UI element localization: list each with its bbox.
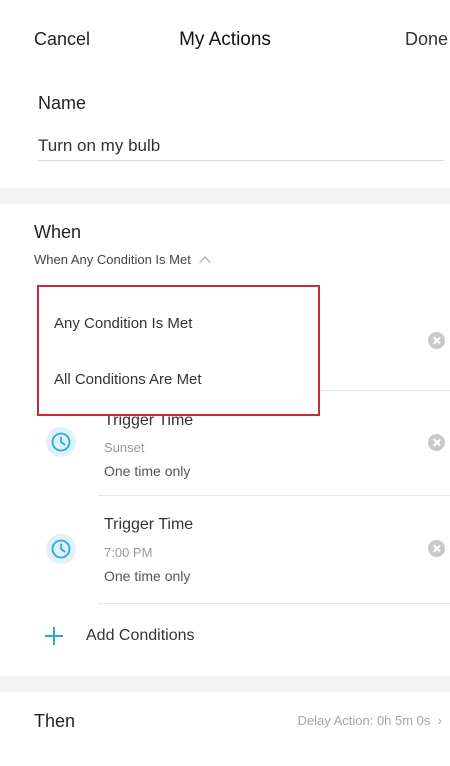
name-input[interactable] — [38, 131, 444, 161]
done-button[interactable]: Done — [405, 29, 448, 50]
condition-frequency: One time only — [104, 463, 191, 479]
condition-title: Trigger Time — [104, 516, 194, 533]
row-divider — [98, 495, 450, 496]
condition-mode-selector[interactable]: When Any Condition Is Met — [34, 252, 211, 268]
when-title: When — [34, 222, 82, 242]
section-separator — [0, 676, 450, 692]
condition-value: Sunset — [104, 440, 145, 455]
remove-condition-button[interactable] — [428, 434, 445, 451]
delay-action-link[interactable]: Delay Action: 0h 5m 0s › — [297, 713, 442, 728]
option-any-condition[interactable]: Any Condition Is Met — [54, 315, 192, 332]
plus-icon — [44, 626, 64, 646]
row-divider — [98, 603, 450, 604]
chevron-up-icon — [199, 256, 211, 268]
add-conditions-button[interactable]: Add Conditions — [44, 626, 195, 646]
condition-mode-dropdown: Any Condition Is Met All Conditions Are … — [37, 285, 320, 416]
then-title: Then — [34, 711, 76, 731]
name-label: Name — [38, 93, 87, 113]
add-conditions-label: Add Conditions — [86, 627, 195, 644]
page-title: My Actions — [179, 29, 271, 50]
condition-mode-value: When Any Condition Is Met — [34, 252, 191, 267]
section-separator — [0, 188, 450, 204]
remove-condition-button[interactable] — [428, 332, 445, 349]
condition-frequency: One time only — [104, 568, 191, 584]
remove-condition-button[interactable] — [428, 540, 445, 557]
condition-value: 7:00 PM — [104, 545, 153, 560]
clock-icon — [46, 534, 76, 564]
nav-bar: Cancel My Actions Done — [0, 0, 450, 80]
option-all-conditions[interactable]: All Conditions Are Met — [54, 371, 202, 388]
delay-action-value: Delay Action: 0h 5m 0s — [297, 713, 431, 728]
chevron-right-icon: › — [434, 713, 442, 728]
clock-icon — [46, 427, 76, 457]
